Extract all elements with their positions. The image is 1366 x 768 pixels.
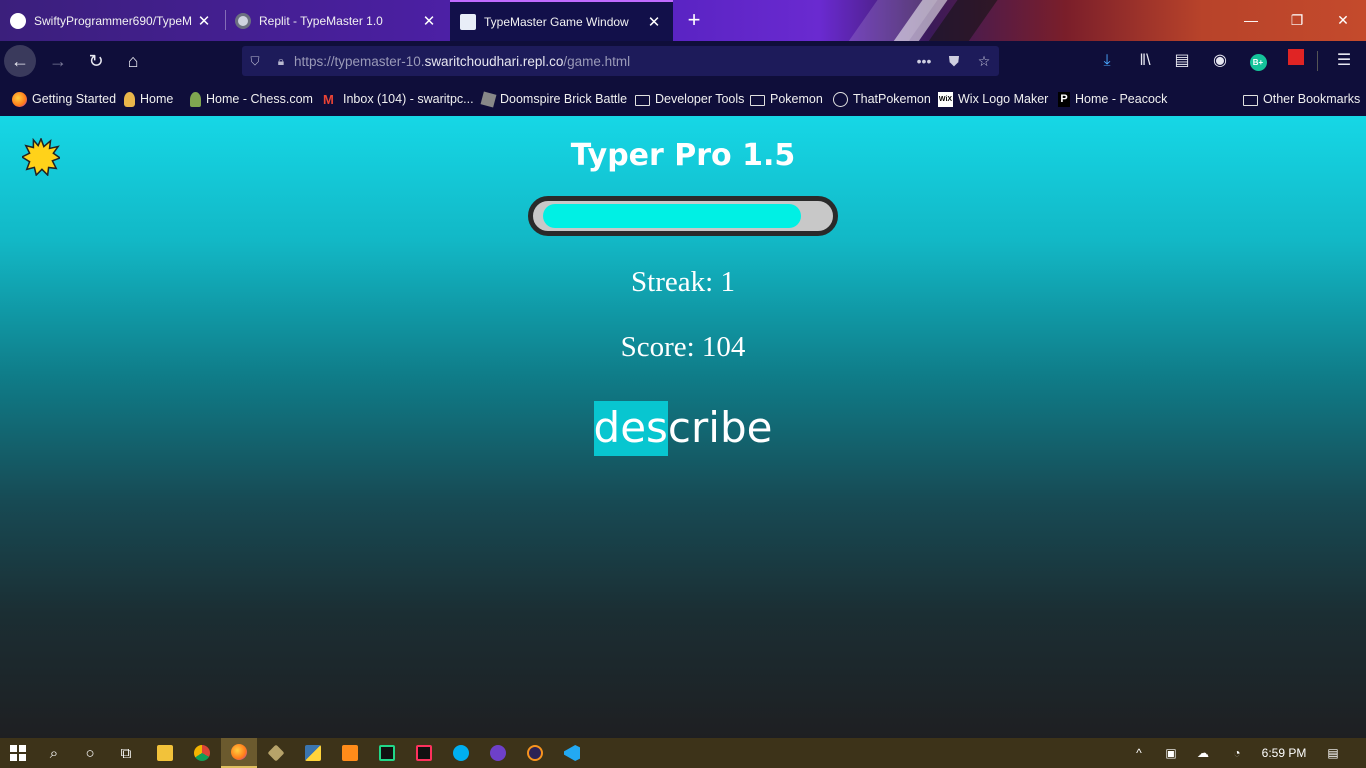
wifi-icon[interactable]: ◔ xyxy=(1224,738,1250,768)
reload-icon[interactable]: ↻ xyxy=(80,45,112,77)
typed-letters: des xyxy=(593,401,668,456)
gmail-icon: M xyxy=(323,91,334,107)
peacock-icon: P xyxy=(1058,91,1070,107)
cortana-icon[interactable]: ○ xyxy=(72,738,108,768)
tab-replit[interactable]: Replit - TypeMaster 1.0 ✕ xyxy=(225,0,448,41)
sublime-text-icon[interactable] xyxy=(332,738,368,768)
home-icon[interactable]: ⌂ xyxy=(117,45,149,77)
clock[interactable]: 6:59 PM xyxy=(1252,738,1316,768)
remaining-letters: cribe xyxy=(667,403,773,452)
tab-title: TypeMaster Game Window xyxy=(484,14,629,29)
tab-github[interactable]: SwiftyProgrammer690/TypeM ✕ xyxy=(0,0,223,41)
bookmark-getting-started[interactable]: Getting Started xyxy=(12,89,116,109)
menu-icon[interactable]: ☰ xyxy=(1328,45,1360,77)
sidebar-icon[interactable]: ▤ xyxy=(1166,45,1198,77)
file-explorer-icon[interactable] xyxy=(147,738,183,768)
library-icon[interactable]: ‖\ xyxy=(1129,45,1161,77)
close-window-icon[interactable]: ✕ xyxy=(1320,0,1366,41)
tab-title: Replit - TypeMaster 1.0 xyxy=(259,13,383,28)
tab-strip: SwiftyProgrammer690/TypeM ✕ Replit - Typ… xyxy=(0,0,1366,41)
tray-chevron-icon[interactable]: ^ xyxy=(1126,738,1152,768)
toolbar-separator xyxy=(1317,51,1318,71)
minimize-icon[interactable]: — xyxy=(1228,0,1274,41)
folder-icon xyxy=(1243,94,1258,106)
github-icon xyxy=(10,12,26,29)
bookmark-doomspire[interactable]: Doomspire Brick Battle xyxy=(480,89,627,109)
back-icon[interactable]: ← xyxy=(4,45,36,77)
bookmarks-bar: Getting Started Home Home - Chess.com M … xyxy=(0,81,1366,116)
python-icon[interactable] xyxy=(295,738,331,768)
restore-icon[interactable]: ❐ xyxy=(1274,0,1320,41)
forward-icon[interactable]: → xyxy=(42,45,74,77)
folder-icon xyxy=(635,94,650,106)
taskbar: ⌕ ○ ⧉ ^ ▣ ☁ ◔ 6:59 PM ▤ xyxy=(0,738,1366,768)
account-icon[interactable]: ◉ xyxy=(1204,45,1236,77)
progress-bar-fill xyxy=(543,204,801,228)
bookmark-chess[interactable]: Home - Chess.com xyxy=(190,89,313,109)
wix-icon: WiX xyxy=(938,91,953,107)
close-icon[interactable]: ✕ xyxy=(645,13,663,31)
downloads-icon[interactable]: ⤓ xyxy=(1091,45,1123,77)
score-label: Score: 104 xyxy=(620,331,746,363)
bookmark-wix-logo-maker[interactable]: WiX Wix Logo Maker xyxy=(938,89,1048,109)
bookmark-peacock[interactable]: P Home - Peacock xyxy=(1058,89,1167,109)
git-icon[interactable] xyxy=(258,738,294,768)
bookmark-inbox[interactable]: M Inbox (104) - swaritpc... xyxy=(323,89,474,109)
pocket-icon[interactable]: ⛊ xyxy=(939,53,969,70)
tab-title: SwiftyProgrammer690/TypeM xyxy=(34,13,193,28)
tab-typemaster-game[interactable]: TypeMaster Game Window ✕ xyxy=(450,0,673,41)
progress-bar xyxy=(528,196,838,236)
user-icon xyxy=(124,91,135,107)
folder-icon xyxy=(750,94,765,106)
pycharm-icon[interactable] xyxy=(369,738,405,768)
bookmark-thatpokemon[interactable]: ThatPokemon xyxy=(833,89,931,109)
meet-now-icon[interactable]: ▣ xyxy=(1158,738,1184,768)
roblox-icon xyxy=(480,91,497,107)
extension-color-picker-icon[interactable] xyxy=(1280,45,1312,77)
task-view-icon[interactable]: ⧉ xyxy=(108,738,144,768)
search-icon[interactable]: ⌕ xyxy=(36,738,72,768)
intellij-icon[interactable] xyxy=(406,738,442,768)
page-actions-icon[interactable]: ••• xyxy=(909,53,939,69)
target-word: describe xyxy=(0,401,1366,456)
url-text[interactable]: https://typemaster-10.swaritchoudhari.re… xyxy=(294,54,909,69)
close-icon[interactable]: ✕ xyxy=(420,12,438,30)
globe-icon xyxy=(833,91,848,107)
replit-icon xyxy=(235,12,251,29)
vscode-icon[interactable] xyxy=(554,738,590,768)
game-page: Typer Pro 1.5 Streak: 1 Score: 104 descr… xyxy=(0,116,1366,738)
streak-label: Streak: 1 xyxy=(631,266,735,298)
lock-icon[interactable]: 🔒︎ xyxy=(268,54,294,69)
firefox-icon xyxy=(12,91,27,107)
close-icon[interactable]: ✕ xyxy=(195,12,213,30)
windows-start-icon[interactable] xyxy=(0,738,36,768)
page-icon xyxy=(460,13,476,30)
notifications-icon[interactable]: ▤ xyxy=(1320,738,1346,768)
address-bar[interactable]: ⛉ 🔒︎ https://typemaster-10.swaritchoudha… xyxy=(242,46,999,76)
game-title: Typer Pro 1.5 xyxy=(570,138,796,173)
new-tab-button[interactable]: + xyxy=(680,6,708,34)
skype-icon[interactable] xyxy=(443,738,479,768)
navigation-toolbar: ← → ↻ ⌂ ⛉ 🔒︎ https://typemaster-10.swari… xyxy=(0,41,1366,81)
firefox-taskbar-icon[interactable] xyxy=(221,738,257,768)
chrome-icon[interactable] xyxy=(184,738,220,768)
shield-icon[interactable]: ⛉ xyxy=(242,54,268,69)
github-desktop-icon[interactable] xyxy=(480,738,516,768)
extension-grammar-icon[interactable]: B+ xyxy=(1242,45,1274,77)
bookmark-home[interactable]: Home xyxy=(124,89,173,109)
bookmark-folder-developer-tools[interactable]: Developer Tools xyxy=(635,89,744,109)
onedrive-icon[interactable]: ☁ xyxy=(1190,738,1216,768)
bookmark-folder-pokemon[interactable]: Pokemon xyxy=(750,89,823,109)
eclipse-icon[interactable] xyxy=(517,738,553,768)
chess-pawn-icon xyxy=(190,91,201,107)
other-bookmarks[interactable]: Other Bookmarks xyxy=(1243,89,1360,109)
bookmark-star-icon[interactable]: ☆ xyxy=(969,53,999,70)
